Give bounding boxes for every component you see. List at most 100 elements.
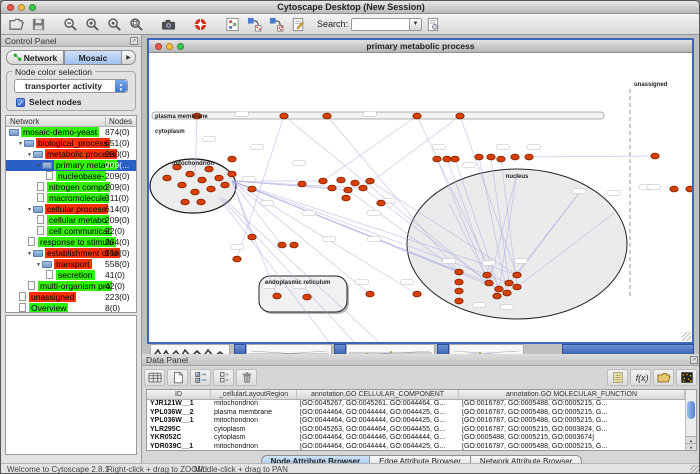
network-node[interactable] <box>342 195 350 201</box>
save-session-button[interactable] <box>28 15 48 33</box>
table-cell[interactable]: mitochondrion <box>211 417 297 426</box>
network-node[interactable] <box>366 291 374 297</box>
network-node[interactable] <box>513 284 521 290</box>
attribute-select-button[interactable] <box>144 369 165 386</box>
search-dropdown-button[interactable]: ▼ <box>409 18 422 31</box>
background-window[interactable] <box>234 344 246 354</box>
network-node[interactable] <box>303 294 311 300</box>
background-window[interactable] <box>346 344 435 354</box>
network-edge[interactable] <box>221 198 354 342</box>
scroll-down-icon[interactable]: ▼ <box>686 443 696 450</box>
tree-item-mosaic-demo-yeast[interactable]: mosaic-demo-yeast874(0) <box>6 127 136 138</box>
tree-item-establishment-of-lo[interactable]: ▼establishment of lo558(0) <box>6 248 136 259</box>
open-session-button[interactable] <box>6 15 26 33</box>
tree-item-metabolic-process[interactable]: ▼metabolic process280(0) <box>6 149 136 160</box>
background-window[interactable] <box>562 344 694 354</box>
network-node[interactable] <box>456 113 464 119</box>
network-node[interactable] <box>186 171 194 177</box>
birdseye-view[interactable] <box>5 315 137 455</box>
network-node[interactable] <box>451 156 459 162</box>
table-cell[interactable]: mitochondrion <box>211 400 297 409</box>
network-node[interactable] <box>328 185 336 191</box>
network-node[interactable] <box>248 234 256 240</box>
background-window[interactable] <box>334 344 346 354</box>
table-cell[interactable]: plasma membrane <box>211 409 297 418</box>
background-window[interactable] <box>449 344 524 354</box>
network-node[interactable] <box>475 154 483 160</box>
network-node[interactable] <box>298 181 306 187</box>
network-node[interactable] <box>221 182 229 188</box>
annotation-button[interactable] <box>288 15 308 33</box>
table-cell[interactable]: [GO:0016787, GO:0005215, GO:0003824, G..… <box>459 426 685 435</box>
new-attribute-button[interactable] <box>167 369 188 386</box>
matrix-view-button[interactable] <box>676 369 697 386</box>
tree-item-unassigned[interactable]: unassigned223(0) <box>6 292 136 303</box>
tree-item-macromolecule[interactable]: macromolecule311(0) <box>6 193 136 204</box>
network-node[interactable] <box>670 186 678 192</box>
zoom-fit-button[interactable] <box>126 15 146 33</box>
select-attributes-button[interactable] <box>190 369 211 386</box>
background-window[interactable] <box>246 344 332 354</box>
search-input[interactable] <box>351 18 409 31</box>
tree-item-cell-communicat[interactable]: cell communicat22(0) <box>6 226 136 237</box>
table-cell[interactable]: [GO:0016787, GO:0005488, GO:0005215, G..… <box>459 400 685 409</box>
function-builder-button[interactable]: f(x) <box>630 369 651 386</box>
network-node[interactable] <box>686 186 692 192</box>
network-node[interactable] <box>443 156 451 162</box>
tree-item-biological-process[interactable]: ▼biological_process651(0) <box>6 138 136 149</box>
network-node[interactable] <box>359 185 367 191</box>
network-node[interactable] <box>497 156 505 162</box>
network-node[interactable] <box>483 272 491 278</box>
resize-grip-icon[interactable] <box>682 332 691 341</box>
table-row[interactable]: YLR295Ccytoplasm[GO:0045263, GO:0044464,… <box>147 426 685 435</box>
column-header[interactable]: annotation.GO MOLECULAR_FUNCTION <box>459 390 685 399</box>
table-cell[interactable]: [GO:0016787, GO:0005488, GO:0005215, G..… <box>459 409 685 418</box>
table-row[interactable]: YKR052Ccytoplasm[GO:0044464, GO:0044446,… <box>147 434 685 443</box>
help-button[interactable] <box>190 15 210 33</box>
snapshot-button[interactable] <box>158 15 178 33</box>
table-cell[interactable]: YPL036W__2 <box>147 409 211 418</box>
resize-grip-icon[interactable] <box>690 465 700 474</box>
table-cell[interactable]: [GO:0005488, GO:0005215, GO:0003674] <box>459 434 685 443</box>
table-row[interactable]: YPL036W__2plasma membrane[GO:0044464, GO… <box>147 409 685 418</box>
network-node[interactable] <box>505 280 513 286</box>
table-cell[interactable]: [GO:0045263, GO:0044464, GO:0044455, G..… <box>297 426 459 435</box>
network-node[interactable] <box>207 186 215 192</box>
network-node[interactable] <box>181 199 189 205</box>
table-header-row[interactable]: ID_cellularLayoutRegionannotation.GO CEL… <box>147 390 685 400</box>
scrollbar-thumb[interactable] <box>687 401 695 419</box>
layout-button-1[interactable] <box>244 15 264 33</box>
network-node[interactable] <box>280 113 288 119</box>
network-node[interactable] <box>413 113 421 119</box>
network-node[interactable] <box>273 293 281 299</box>
table-row[interactable]: YDR039C__1mitochondrion[GO:0044464, GO:0… <box>147 443 685 451</box>
table-cell[interactable]: [GO:0044464, GO:0044444, GO:0044425, G..… <box>297 409 459 418</box>
tree-item-multi-organism-pro[interactable]: multi-organism pro42(0) <box>6 281 136 292</box>
network-node[interactable] <box>513 272 521 278</box>
tree-item-secretion[interactable]: secretion41(0) <box>6 270 136 281</box>
table-row[interactable]: YPL036W__1mitochondrion[GO:0044464, GO:0… <box>147 417 685 426</box>
tab-overflow-button[interactable] <box>122 50 136 65</box>
network-node[interactable] <box>163 175 171 181</box>
network-canvas[interactable]: plasma membranecytoplasmmitochondrionnuc… <box>149 53 692 342</box>
table-cell[interactable]: [GO:0044464, GO:0044444, GO:0044425, G..… <box>297 443 459 451</box>
table-cell[interactable]: cytoplasm <box>211 426 297 435</box>
search-config-button[interactable] <box>423 15 443 33</box>
tree-item-nucleobase-[interactable]: nucleobase-209(0) <box>6 171 136 182</box>
network-node[interactable] <box>228 171 236 177</box>
network-node[interactable] <box>377 200 385 206</box>
select-nodes-checkbox[interactable] <box>16 98 25 107</box>
network-node[interactable] <box>503 290 511 296</box>
tab-network[interactable]: Network <box>6 50 64 65</box>
tab-mosaic[interactable]: Mosaic <box>64 50 122 65</box>
network-node[interactable] <box>198 177 206 183</box>
edit-attribute-button[interactable] <box>607 369 628 386</box>
background-window[interactable] <box>150 344 230 354</box>
background-window[interactable] <box>437 344 449 354</box>
network-node[interactable] <box>413 291 421 297</box>
network-edge[interactable] <box>529 156 655 157</box>
tree-item-cellular-metabo[interactable]: cellular metabo209(0) <box>6 215 136 226</box>
network-node[interactable] <box>233 256 241 262</box>
network-node[interactable] <box>651 153 659 159</box>
network-node[interactable] <box>191 189 199 195</box>
